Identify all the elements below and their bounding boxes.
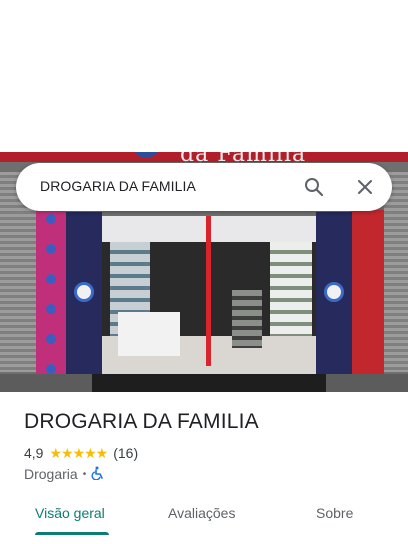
rating-value: 4,9 [24, 445, 44, 461]
close-icon[interactable] [353, 175, 377, 199]
panel-logo-icon [324, 282, 344, 302]
wheelchair-icon [91, 466, 105, 483]
review-count[interactable]: (16) [113, 445, 138, 461]
tab-about[interactable]: Sobre [316, 505, 353, 521]
left-door-panel [66, 212, 102, 377]
product-stand [232, 290, 262, 348]
right-door-panel [316, 212, 352, 377]
right-shelves [270, 242, 312, 336]
door-pole [206, 216, 211, 366]
right-wall [350, 210, 384, 375]
search-input[interactable]: DROGARIA DA FAMILIA [40, 178, 196, 194]
place-title: DROGARIA DA FAMILIA [24, 410, 259, 433]
place-tabs: Visão geral Avaliações Sobre [0, 493, 408, 544]
search-bar[interactable]: DROGARIA DA FAMILIA [16, 163, 392, 211]
category-row: Drogaria • [24, 465, 105, 483]
active-tab-indicator [35, 532, 109, 535]
rating-row[interactable]: 4,9 ★★★★★ (16) [24, 444, 138, 462]
rating-stars-icon: ★★★★★ [49, 444, 108, 461]
entrance-step [92, 374, 326, 392]
store-counter [118, 312, 180, 356]
tab-overview[interactable]: Visão geral [35, 505, 105, 521]
search-icon[interactable] [302, 175, 326, 199]
left-wall [36, 210, 66, 375]
panel-logo-icon [74, 282, 94, 302]
place-category: Drogaria [24, 466, 78, 482]
tab-reviews[interactable]: Avaliações [168, 505, 235, 521]
store-interior [102, 216, 316, 376]
separator-dot: • [82, 468, 87, 480]
right-shutter [384, 172, 408, 372]
